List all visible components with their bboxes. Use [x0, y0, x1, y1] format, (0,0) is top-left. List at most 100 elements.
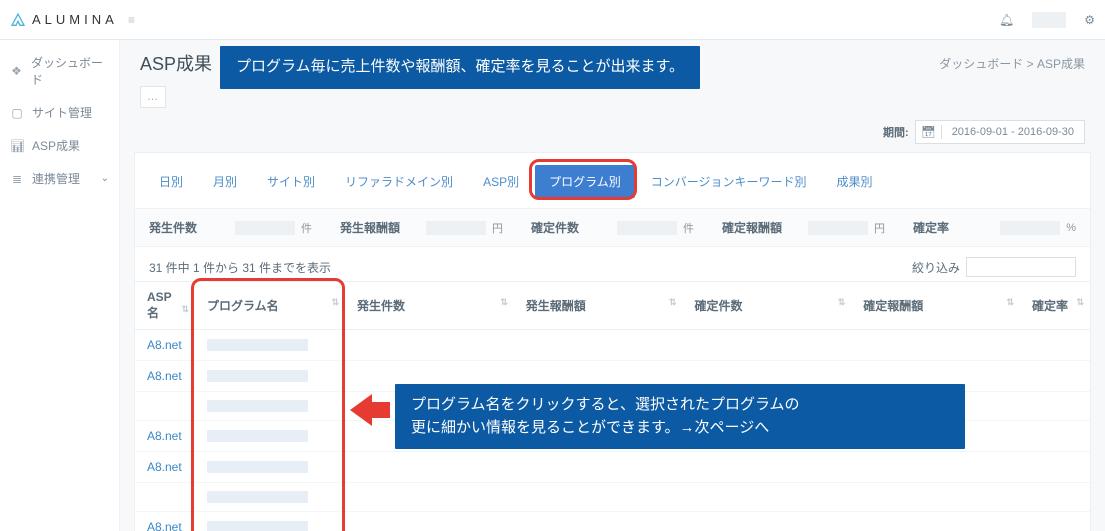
content: ASP成果 ダッシュボード > ASP成果 … 期間: 📅︎ 2016-09-0… [120, 40, 1105, 531]
table-info: 31 件中 1 件から 31 件までを表示 [149, 259, 331, 276]
col-gen-rev[interactable]: 発生報酬額⇅ [514, 282, 683, 330]
cell-program[interactable] [195, 512, 345, 531]
sort-icon: ⇅ [500, 297, 508, 308]
cell-conf-rev [851, 483, 1020, 512]
logo-icon [10, 12, 26, 28]
callout-mid: プログラム名をクリックすると、選択されたプログラムの更に細かい情報を見ることがで… [395, 384, 965, 449]
brand-logo: ALUMINA [10, 12, 120, 28]
cell-program[interactable] [195, 392, 345, 421]
sort-icon: ⇅ [838, 297, 846, 308]
cell-conf-rate [1020, 330, 1090, 361]
cell-gen-rev [514, 483, 683, 512]
tab-referrer[interactable]: リファラドメイン別 [331, 165, 467, 198]
cell-conf-rate [1020, 421, 1090, 452]
sidebar-item-label: ダッシュボード [31, 54, 109, 88]
cell-conf-count [683, 512, 852, 531]
col-program[interactable]: プログラム名⇅ [195, 282, 345, 330]
chevron-down-icon: ⌄ [101, 173, 109, 184]
col-conf-rev[interactable]: 確定報酬額⇅ [851, 282, 1020, 330]
arrow-left-icon [350, 392, 390, 428]
tab-site[interactable]: サイト別 [253, 165, 329, 198]
sort-icon: ⇅ [1006, 297, 1014, 308]
col-asp[interactable]: ASP名⇅ [135, 282, 195, 330]
sidebar: ❖ ダッシュボード ▢ サイト管理 📊︎ ASP成果 ≣ 連携管理 ⌄ [0, 40, 120, 531]
cell-conf-count [683, 330, 852, 361]
sidebar-item-label: ASP成果 [32, 137, 80, 154]
col-gen-count[interactable]: 発生件数⇅ [345, 282, 514, 330]
cell-asp[interactable]: A8.net [135, 452, 195, 483]
cell-conf-rate [1020, 512, 1090, 531]
sidebar-item-integration[interactable]: ≣ 連携管理 ⌄ [0, 162, 119, 195]
cell-program[interactable] [195, 330, 345, 361]
period-range: 2016-09-01 - 2016-09-30 [942, 126, 1084, 138]
sort-icon: ⇅ [1076, 297, 1084, 308]
sidebar-item-site[interactable]: ▢ サイト管理 [0, 96, 119, 129]
page-title: ASP成果 [140, 50, 212, 76]
table-row[interactable]: A8.net [135, 512, 1090, 531]
cell-asp[interactable] [135, 392, 195, 421]
period-picker[interactable]: 📅︎ 2016-09-01 - 2016-09-30 [915, 120, 1085, 144]
dashboard-icon: ❖ [10, 64, 23, 78]
brand-name: ALUMINA [32, 12, 118, 27]
bars-icon: 📊︎ [10, 139, 24, 153]
calendar-icon: 📅︎ [916, 125, 942, 139]
bell-icon[interactable]: 🔔︎ [999, 13, 1014, 27]
breadcrumb-current: ASP成果 [1037, 57, 1085, 71]
cell-gen-count [345, 330, 514, 361]
breadcrumb-root[interactable]: ダッシュボード [939, 57, 1023, 71]
table-row[interactable]: A8.net [135, 452, 1090, 483]
cell-asp[interactable]: A8.net [135, 512, 195, 531]
tab-asp[interactable]: ASP別 [469, 165, 533, 198]
cell-conf-rate [1020, 392, 1090, 421]
cell-conf-rev [851, 452, 1020, 483]
tab-monthly[interactable]: 月別 [199, 165, 251, 198]
filter-input[interactable] [966, 257, 1076, 277]
tab-result[interactable]: 成果別 [822, 165, 886, 198]
sidebar-item-asp[interactable]: 📊︎ ASP成果 [0, 129, 119, 162]
cell-conf-rate [1020, 483, 1090, 512]
cell-gen-rev [514, 452, 683, 483]
cell-gen-count [345, 512, 514, 531]
cell-conf-rev [851, 330, 1020, 361]
table-row[interactable]: A8.net [135, 330, 1090, 361]
cell-program[interactable] [195, 483, 345, 512]
cell-conf-count [683, 483, 852, 512]
period-label: 期間: [883, 124, 909, 140]
cell-program[interactable] [195, 361, 345, 392]
panel: 日別 月別 サイト別 リファラドメイン別 ASP別 プログラム別 コンバージョン… [134, 152, 1091, 531]
summary-row: 発生件数件 発生報酬額円 確定件数件 確定報酬額円 確定率% [135, 208, 1090, 247]
cell-program[interactable] [195, 452, 345, 483]
sidebar-item-label: 連携管理 [32, 170, 80, 187]
menu-toggle-icon[interactable]: ≡ [128, 13, 135, 27]
monitor-icon: ▢ [10, 106, 24, 120]
cell-gen-rev [514, 512, 683, 531]
cell-program[interactable] [195, 421, 345, 452]
more-button[interactable]: … [140, 86, 166, 108]
col-conf-rate[interactable]: 確定率⇅ [1020, 282, 1090, 330]
cell-asp[interactable]: A8.net [135, 330, 195, 361]
cell-gen-count [345, 483, 514, 512]
topbar: ALUMINA ≡ 🔔︎ ⚙ [0, 0, 1105, 40]
col-conf-count[interactable]: 確定件数⇅ [683, 282, 852, 330]
cell-conf-rate [1020, 452, 1090, 483]
table-row[interactable] [135, 483, 1090, 512]
cell-asp[interactable]: A8.net [135, 421, 195, 452]
list-icon: ≣ [10, 172, 24, 186]
filter-label: 絞り込み [912, 259, 960, 276]
tab-cv-keyword[interactable]: コンバージョンキーワード別 [637, 165, 821, 198]
gear-icon[interactable]: ⚙ [1084, 13, 1095, 27]
breadcrumb: ダッシュボード > ASP成果 [939, 55, 1085, 72]
tab-program[interactable]: プログラム別 [535, 165, 635, 198]
sort-icon: ⇅ [181, 304, 189, 315]
sort-icon: ⇅ [669, 297, 677, 308]
sidebar-item-dashboard[interactable]: ❖ ダッシュボード [0, 46, 119, 96]
cell-conf-rev [851, 512, 1020, 531]
cell-conf-rate [1020, 361, 1090, 392]
cell-asp[interactable] [135, 483, 195, 512]
cell-asp[interactable]: A8.net [135, 361, 195, 392]
cell-gen-count [345, 452, 514, 483]
callout-top: プログラム毎に売上件数や報酬額、確定率を見ることが出来ます。 [220, 46, 700, 89]
sort-icon: ⇅ [331, 297, 339, 308]
tab-daily[interactable]: 日別 [145, 165, 197, 198]
tabs: 日別 月別 サイト別 リファラドメイン別 ASP別 プログラム別 コンバージョン… [135, 153, 1090, 198]
